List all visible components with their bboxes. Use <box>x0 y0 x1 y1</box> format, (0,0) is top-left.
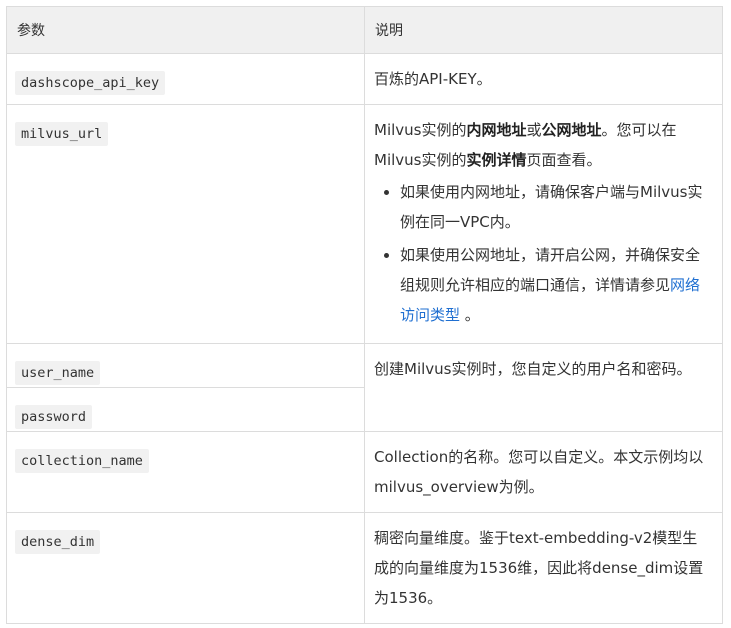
text-span: 如果使用公网地址，请开启公网，并确保安全组规则允许相应的端口通信，详情请参见 <box>400 246 701 294</box>
desc-cell: 创建Milvus实例时，您自定义的用户名和密码。 <box>364 343 723 432</box>
desc-milvus-url-paragraph: Milvus实例的内网地址或公网地址。您可以在Milvus实例的实例详情页面查看… <box>374 115 712 175</box>
bold-text: 内网地址 <box>466 121 527 139</box>
text-span: Milvus实例的 <box>374 121 467 139</box>
param-dense-dim: dense_dim <box>15 530 101 554</box>
param-cell: dense_dim <box>6 512 365 624</box>
header-param: 参数 <box>6 6 365 54</box>
desc-dense-dim: 稠密向量维度。鉴于text-embedding-v2模型生成的向量维度为1536… <box>374 529 704 607</box>
header-description: 说明 <box>364 6 723 54</box>
param-cell: milvus_url <box>6 104 365 344</box>
text-span: 。 <box>464 306 480 324</box>
text-span: 或 <box>526 121 542 139</box>
table-row: collection_name Collection的名称。您可以自定义。本文示… <box>6 431 723 513</box>
param-cell: collection_name <box>6 431 365 513</box>
param-cell: user_name <box>6 343 365 388</box>
desc-collection-name: Collection的名称。您可以自定义。本文示例均以milvus_overvi… <box>374 448 704 496</box>
table-row: dense_dim 稠密向量维度。鉴于text-embedding-v2模型生成… <box>6 512 723 624</box>
param-collection-name: collection_name <box>15 449 149 473</box>
table-header-row: 参数 说明 <box>6 6 723 54</box>
parameter-table-wrapper: 参数 说明 dashscope_api_key 百炼的API-KEY。 milv… <box>6 6 723 624</box>
table-row: dashscope_api_key 百炼的API-KEY。 <box>6 53 723 105</box>
desc-api-key: 百炼的API-KEY。 <box>374 70 492 88</box>
list-item: 如果使用公网地址，请开启公网，并确保安全组规则允许相应的端口通信，详情请参见网络… <box>400 240 712 330</box>
table-row: milvus_url Milvus实例的内网地址或公网地址。您可以在Milvus… <box>6 104 723 344</box>
parameter-table: 参数 说明 dashscope_api_key 百炼的API-KEY。 milv… <box>6 6 723 624</box>
param-user-name: user_name <box>15 361 101 385</box>
param-password: password <box>15 405 93 429</box>
desc-cell: Collection的名称。您可以自定义。本文示例均以milvus_overvi… <box>364 431 723 513</box>
bold-text: 实例详情 <box>466 151 527 169</box>
param-cell: password <box>6 387 365 432</box>
desc-cell: 百炼的API-KEY。 <box>364 53 723 105</box>
text-span: 页面查看。 <box>526 151 602 169</box>
desc-user-password: 创建Milvus实例时，您自定义的用户名和密码。 <box>374 360 692 378</box>
param-milvus-url: milvus_url <box>15 122 109 146</box>
param-dashscope-api-key: dashscope_api_key <box>15 71 166 95</box>
bold-text: 公网地址 <box>541 121 602 139</box>
desc-cell: 稠密向量维度。鉴于text-embedding-v2模型生成的向量维度为1536… <box>364 512 723 624</box>
desc-cell: Milvus实例的内网地址或公网地址。您可以在Milvus实例的实例详情页面查看… <box>364 104 723 344</box>
table-row: user_name 创建Milvus实例时，您自定义的用户名和密码。 <box>6 343 723 432</box>
bullet-list: 如果使用内网地址，请确保客户端与Milvus实例在同一VPC内。 如果使用公网地… <box>374 177 712 330</box>
param-cell: dashscope_api_key <box>6 53 365 105</box>
list-item: 如果使用内网地址，请确保客户端与Milvus实例在同一VPC内。 <box>400 177 712 237</box>
